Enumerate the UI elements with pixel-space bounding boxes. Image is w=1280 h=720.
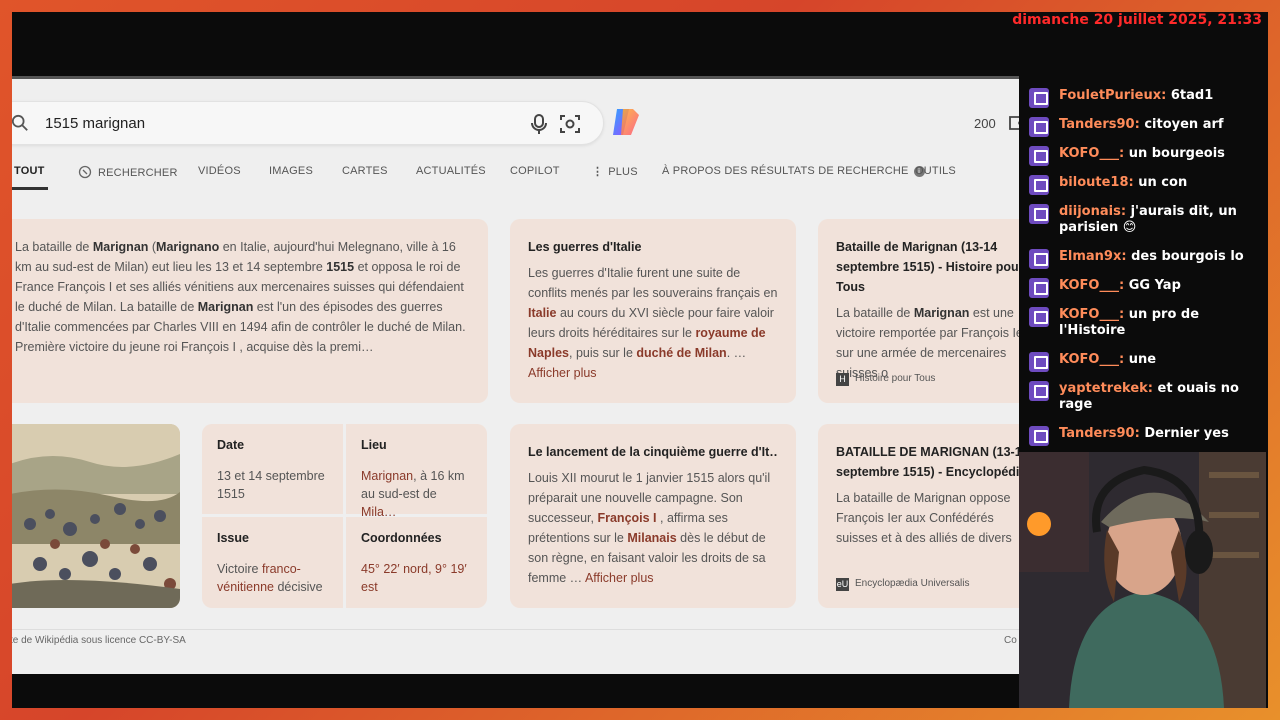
search-bar[interactable]: 1515 marignan [12,101,604,145]
card-snippet: La bataille de Marignan oppose François … [836,491,1012,545]
rewards-icon[interactable] [1006,113,1019,133]
twitch-badge-icon [1029,146,1049,166]
webcam-feed [1019,452,1266,708]
show-more-link[interactable]: Afficher plus [585,571,654,585]
infobox-issue: Issue Victoire franco-vénitienne décisiv… [202,517,343,608]
tab-copilot[interactable]: COPILOT [510,165,560,177]
tab-a-propos[interactable]: À PROPOS DES RÉSULTATS DE RECHERCHE i [662,165,925,177]
battle-painting-image[interactable] [12,424,180,608]
search-tabs: TOUT RECHERCHER VIDÉOS IMAGES CARTES ACT… [12,161,1019,193]
card-source[interactable]: H Histoire pour Tous [836,369,935,389]
chat-message: Tanders90: Dernier yes [1019,426,1267,446]
visual-search-icon[interactable] [559,113,581,135]
chat-message: diijonais: j'aurais dit, un parisien 😊 [1019,204,1267,236]
chat-message: Elman9x: des bourgois lo [1019,249,1267,269]
chat-message: KOFO___: un bourgeois [1019,146,1267,166]
chat-message: biloute18: un con [1019,175,1267,195]
chat-message: KOFO___: une [1019,352,1267,372]
summary-card: La bataille de Marignan (Marignano en It… [12,219,488,403]
tab-label: PLUS [608,165,638,178]
tab-label: COPILOT [510,165,560,177]
copilot-icon[interactable] [609,105,643,139]
twitch-badge-icon [1029,278,1049,298]
link-milanais[interactable]: Milanais [627,531,676,545]
link-marignan[interactable]: Marignan [361,469,413,483]
tab-tout[interactable]: TOUT [14,165,45,177]
tab-label: TOUT [14,165,45,177]
twitch-badge-icon [1029,352,1049,372]
rewards-points[interactable]: 200 [974,116,996,131]
link-italie[interactable]: Italie [528,306,557,320]
tab-label: VIDÉOS [198,165,241,177]
tab-plus[interactable]: ⋮ PLUS [592,165,638,179]
chat-message: FouletPurieux: 6tad1 [1019,88,1267,108]
twitch-badge-icon [1029,381,1049,401]
chat-message: Tanders90: citoyen arf [1019,117,1267,137]
search-icon[interactable] [12,114,29,132]
chat-message: yaptetrekek: et ouais no rage [1019,381,1267,413]
active-tab-indicator [12,187,48,190]
chat-message: KOFO___: GG Yap [1019,278,1267,298]
link-francois-i[interactable]: François I [597,511,656,525]
tab-cartes[interactable]: CARTES [342,165,388,177]
show-more-link[interactable]: Afficher plus [528,366,597,380]
result-card-guerres[interactable]: Les guerres d'Italie Les guerres d'Itali… [510,219,796,403]
card-title[interactable]: Les guerres d'Italie [528,237,778,257]
card-source[interactable]: eU Encyclopædia Universalis [836,574,970,594]
result-card-universalis[interactable]: BATAILLE DE MARIGNAN (13-14 septembre 15… [818,424,1019,608]
card-snippet: Louis XII mourut le 1 janvier 1515 alors… [528,471,771,585]
more-vertical-icon: ⋮ [592,166,604,178]
tab-outils[interactable]: OUTILS [915,165,956,177]
browser-viewport: 1515 marignan 200 TOUT RECHERCHER VIDÉOS… [12,76,1019,674]
link-coordinates[interactable]: 45° 22′ nord, 9° 19′ est [361,560,472,596]
card-snippet: Les guerres d'Italie furent une suite de… [528,266,778,380]
microphone-icon[interactable] [529,113,549,135]
tab-label: À PROPOS DES RÉSULTATS DE RECHERCHE [662,165,909,177]
copilot-search-icon [78,165,92,179]
search-input[interactable]: 1515 marignan [45,115,145,132]
footer-divider [12,629,1019,630]
stream-chat: FouletPurieux: 6tad1 Tanders90: citoyen … [1019,88,1267,455]
footer-right-text: Co [1004,635,1017,646]
twitch-badge-icon [1029,175,1049,195]
twitch-badge-icon [1029,204,1049,224]
card-title[interactable]: Bataille de Marignan (13-14 septembre 15… [836,237,1019,297]
tab-rechercher[interactable]: RECHERCHER [78,165,178,180]
tab-label: ACTUALITÉS [416,165,486,177]
result-card-histoire[interactable]: Bataille de Marignan (13-14 septembre 15… [818,219,1019,403]
twitch-badge-icon [1029,426,1049,446]
universalis-logo-icon: eU [836,577,849,591]
link-duche-milan[interactable]: duché de Milan [636,346,726,360]
tab-label: IMAGES [269,165,313,177]
infobox-date: Date 13 et 14 septembre 1515 [202,424,343,514]
chat-message: KOFO___: un pro de l'Histoire [1019,307,1267,339]
tab-videos[interactable]: VIDÉOS [198,165,241,177]
overlay-datetime: dimanche 20 juillet 2025, 21:33 [1012,12,1262,28]
tab-label: RECHERCHER [98,166,178,179]
twitch-badge-icon [1029,88,1049,108]
twitch-badge-icon [1029,249,1049,269]
tab-images[interactable]: IMAGES [269,165,313,177]
card-title[interactable]: BATAILLE DE MARIGNAN (13-14 septembre 15… [836,442,1019,482]
tab-label: CARTES [342,165,388,177]
infobox-lieu: Lieu Marignan, à 16 km au sud-est de Mil… [346,424,487,519]
card-title[interactable]: Le lancement de la cinquième guerre d'It… [528,442,778,462]
twitch-badge-icon [1029,307,1049,327]
result-card-lancement[interactable]: Le lancement de la cinquième guerre d'It… [510,424,796,608]
wikipedia-license-text: te de Wikipédia sous licence CC-BY-SA [12,635,186,646]
histoire-logo-icon: H [836,372,849,386]
twitch-badge-icon [1029,117,1049,137]
tab-label: OUTILS [915,165,956,177]
infobox-coordonnees: Coordonnées 45° 22′ nord, 9° 19′ est [346,517,487,608]
tab-actualites[interactable]: ACTUALITÉS [416,165,486,177]
